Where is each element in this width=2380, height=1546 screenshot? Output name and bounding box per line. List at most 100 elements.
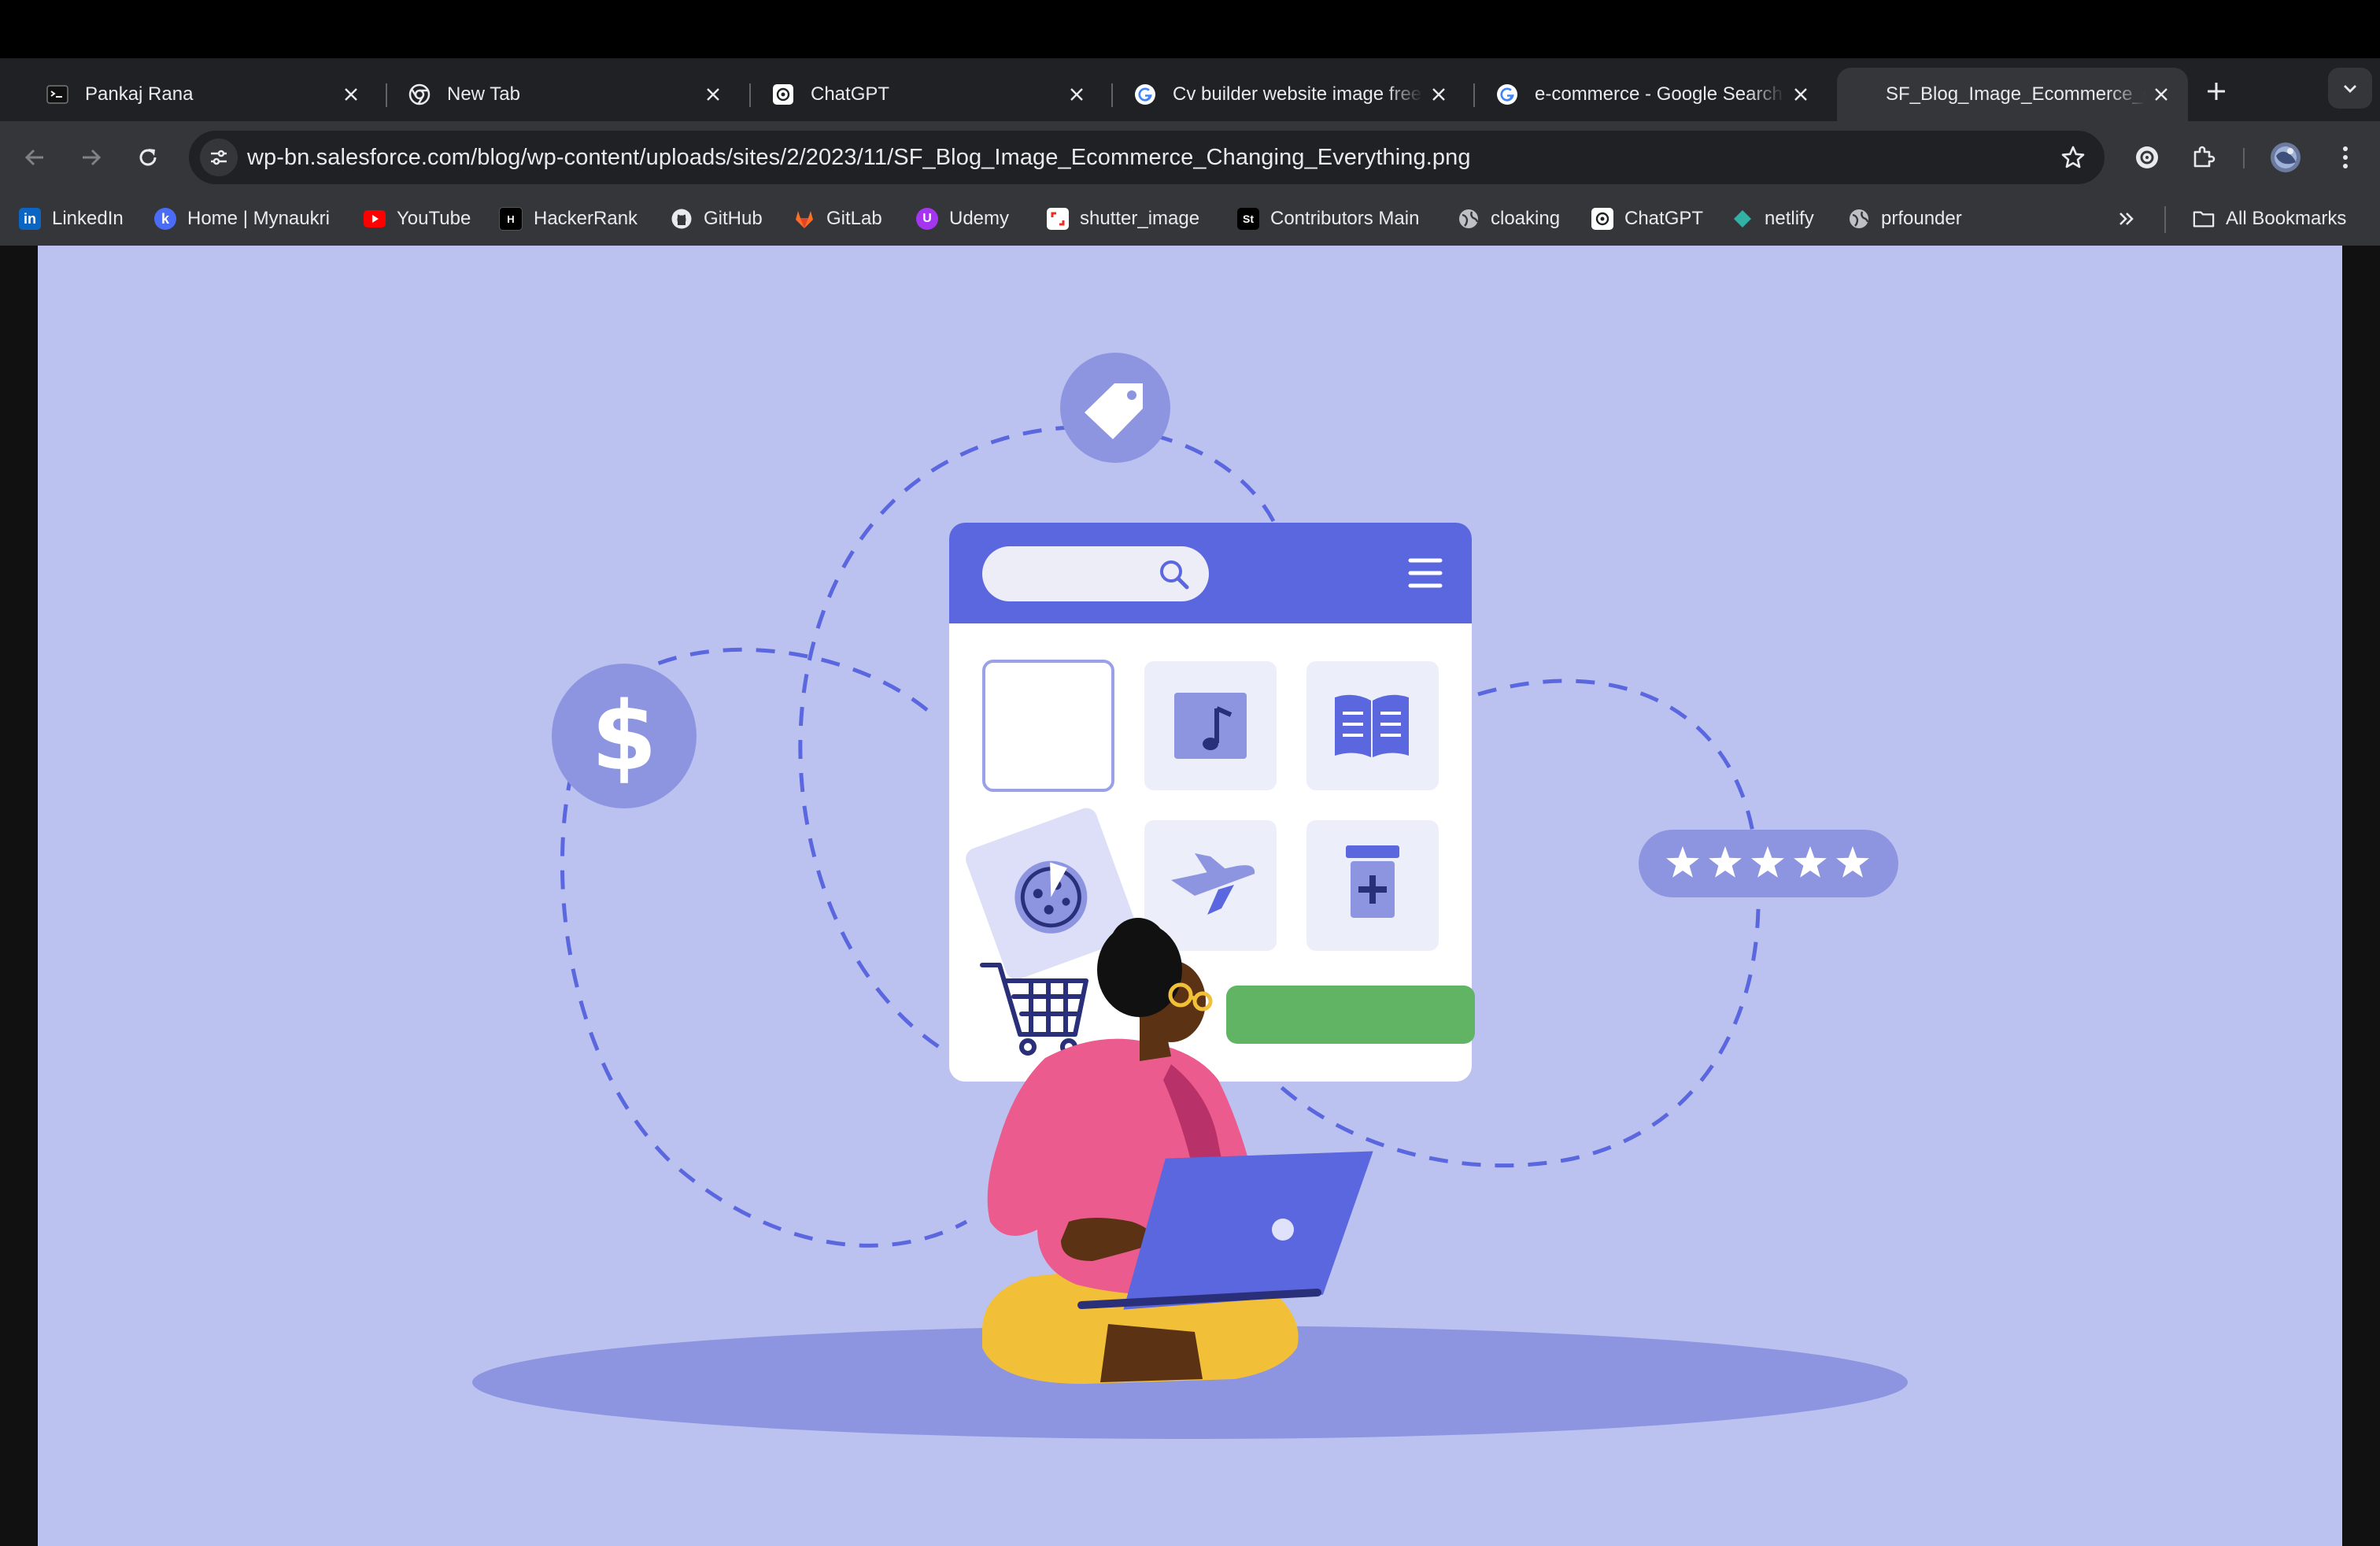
close-tab-icon[interactable] xyxy=(335,79,367,110)
back-button[interactable] xyxy=(16,139,54,176)
bookmark-mynaukri[interactable]: k Home | Mynaukri xyxy=(154,205,330,233)
shutterstock-icon xyxy=(1047,208,1069,230)
tab-ecommerce-search[interactable]: e-commerce - Google Search xyxy=(1473,68,1828,121)
bookmark-label: shutter_image xyxy=(1080,208,1200,229)
new-tab-button[interactable] xyxy=(2197,72,2235,110)
bookmark-github[interactable]: GitHub xyxy=(671,205,763,233)
checkout-button xyxy=(1226,986,1475,1044)
tab-chatgpt[interactable]: ChatGPT xyxy=(749,68,1103,121)
tab-new-tab[interactable]: New Tab xyxy=(386,68,740,121)
card-search-bar xyxy=(982,546,1209,601)
tab-sf-blog-image[interactable]: SF_Blog_Image_Ecommerce_Changing_Everyth… xyxy=(1837,68,2188,121)
tab-title: e-commerce - Google Search xyxy=(1535,83,1783,105)
dollar-icon: $ xyxy=(591,682,657,792)
os-top-strip xyxy=(0,0,2380,58)
close-tab-icon[interactable] xyxy=(1061,79,1092,110)
chrome-icon xyxy=(408,83,431,106)
bookmark-gitlab[interactable]: GitLab xyxy=(793,205,882,233)
tab-cv-builder[interactable]: Cv builder website image free xyxy=(1111,68,1465,121)
close-tab-icon[interactable] xyxy=(2145,79,2177,110)
laptop-logo xyxy=(1272,1219,1294,1241)
hackerrank-icon: H xyxy=(499,207,523,231)
bookmark-contributors-main[interactable]: St Contributors Main xyxy=(1237,205,1419,233)
bookmark-star-icon[interactable] xyxy=(2054,139,2092,176)
menu-kebab-icon[interactable] xyxy=(2326,139,2364,176)
bookmark-label: Udemy xyxy=(949,208,1010,229)
bookmark-linkedin[interactable]: in LinkedIn xyxy=(19,205,124,233)
medicine-jar-icon xyxy=(1346,845,1399,918)
terminal-favicon xyxy=(46,83,69,106)
bookmark-label: YouTube xyxy=(397,208,471,229)
udemy-icon: U xyxy=(916,208,938,230)
image-viewport: $ xyxy=(0,246,2380,1546)
bookmark-prfounder[interactable]: prfounder xyxy=(1848,205,1962,233)
arrow-left-icon xyxy=(24,149,43,166)
price-tag-bubble xyxy=(1060,353,1170,463)
all-bookmarks-label: All Bookmarks xyxy=(2226,208,2347,229)
site-info-icon[interactable] xyxy=(200,139,238,176)
linkedin-icon: in xyxy=(19,208,41,230)
bookmark-label: Home | Mynaukri xyxy=(187,208,330,229)
bookmark-label: HackerRank xyxy=(534,208,638,229)
bookmark-hackerrank[interactable]: H HackerRank xyxy=(499,205,638,233)
github-icon xyxy=(671,208,693,230)
tab-title: New Tab xyxy=(447,83,520,105)
arrow-right-icon xyxy=(83,149,102,166)
google-icon xyxy=(1133,83,1157,106)
url-text[interactable]: wp-bn.salesforce.com/blog/wp-content/upl… xyxy=(247,145,1471,171)
chevron-down-icon xyxy=(2344,85,2356,93)
feet xyxy=(1100,1324,1203,1382)
bookmark-label: GitLab xyxy=(826,208,882,229)
reload-button[interactable] xyxy=(129,139,167,176)
forward-button[interactable] xyxy=(72,139,110,176)
bookmark-label: LinkedIn xyxy=(52,208,124,229)
reload-icon xyxy=(139,149,157,166)
bookmark-shutter-image[interactable]: shutter_image xyxy=(1047,205,1199,233)
ecommerce-illustration: $ xyxy=(38,246,2342,1546)
close-tab-icon[interactable] xyxy=(1423,79,1454,110)
gitlab-icon xyxy=(793,208,815,230)
toolbar: wp-bn.salesforce.com/blog/wp-content/upl… xyxy=(0,121,2380,194)
bookmark-netlify[interactable]: netlify xyxy=(1731,205,1814,233)
tab-search-button[interactable] xyxy=(2328,68,2372,109)
openai-icon xyxy=(771,83,795,106)
bookmarks-bar: in LinkedIn k Home | Mynaukri YouTube H … xyxy=(0,194,2380,246)
globe-icon xyxy=(1458,208,1480,230)
bookmark-youtube[interactable]: YouTube xyxy=(364,205,471,233)
tab-title: SF_Blog_Image_Ecommerce_Changing_Everyth… xyxy=(1886,83,2145,105)
contributors-icon: St xyxy=(1237,208,1259,230)
tab-title: Cv builder website image free xyxy=(1173,83,1422,105)
youtube-icon xyxy=(364,210,386,227)
profile-avatar[interactable] xyxy=(2267,139,2304,176)
bookmark-udemy[interactable]: U Udemy xyxy=(916,205,1009,233)
tab-pankaj-rana[interactable]: Pankaj Rana xyxy=(24,68,378,121)
mynaukri-icon: k xyxy=(154,208,176,230)
globe-icon xyxy=(1848,208,1870,230)
bookmark-label: ChatGPT xyxy=(1624,208,1704,229)
all-bookmarks-button[interactable]: All Bookmarks xyxy=(2193,205,2346,233)
toolbar-divider xyxy=(2243,148,2245,168)
extensions-puzzle-icon[interactable] xyxy=(2185,139,2223,176)
dollar-bubble: $ xyxy=(552,664,697,808)
more-bookmarks-button[interactable] xyxy=(2116,205,2138,233)
double-chevron-right-icon xyxy=(2119,213,2134,225)
music-icon xyxy=(1174,693,1247,759)
netlify-icon xyxy=(1731,208,1754,230)
rating-pill xyxy=(1639,830,1898,897)
close-tab-icon[interactable] xyxy=(697,79,729,110)
bookmark-cloaking[interactable]: cloaking xyxy=(1458,205,1560,233)
illustration-canvas: $ xyxy=(472,353,1908,1439)
folder-icon xyxy=(2193,208,2215,230)
bookmarks-divider xyxy=(2164,206,2166,233)
chatgpt-extension-icon[interactable] xyxy=(2128,139,2166,176)
bookmark-chatgpt[interactable]: ChatGPT xyxy=(1591,205,1703,233)
bookmark-label: prfounder xyxy=(1881,208,1962,229)
address-bar[interactable]: wp-bn.salesforce.com/blog/wp-content/upl… xyxy=(189,131,2105,184)
bookmark-label: cloaking xyxy=(1491,208,1561,229)
close-tab-icon[interactable] xyxy=(1785,79,1816,110)
tab-title: ChatGPT xyxy=(811,83,890,105)
tab-strip: Pankaj Rana New Tab ChatGPT Cv builder w… xyxy=(0,58,2380,121)
google-icon xyxy=(1495,83,1519,106)
bookmark-label: netlify xyxy=(1765,208,1814,229)
tab-title: Pankaj Rana xyxy=(85,83,194,105)
